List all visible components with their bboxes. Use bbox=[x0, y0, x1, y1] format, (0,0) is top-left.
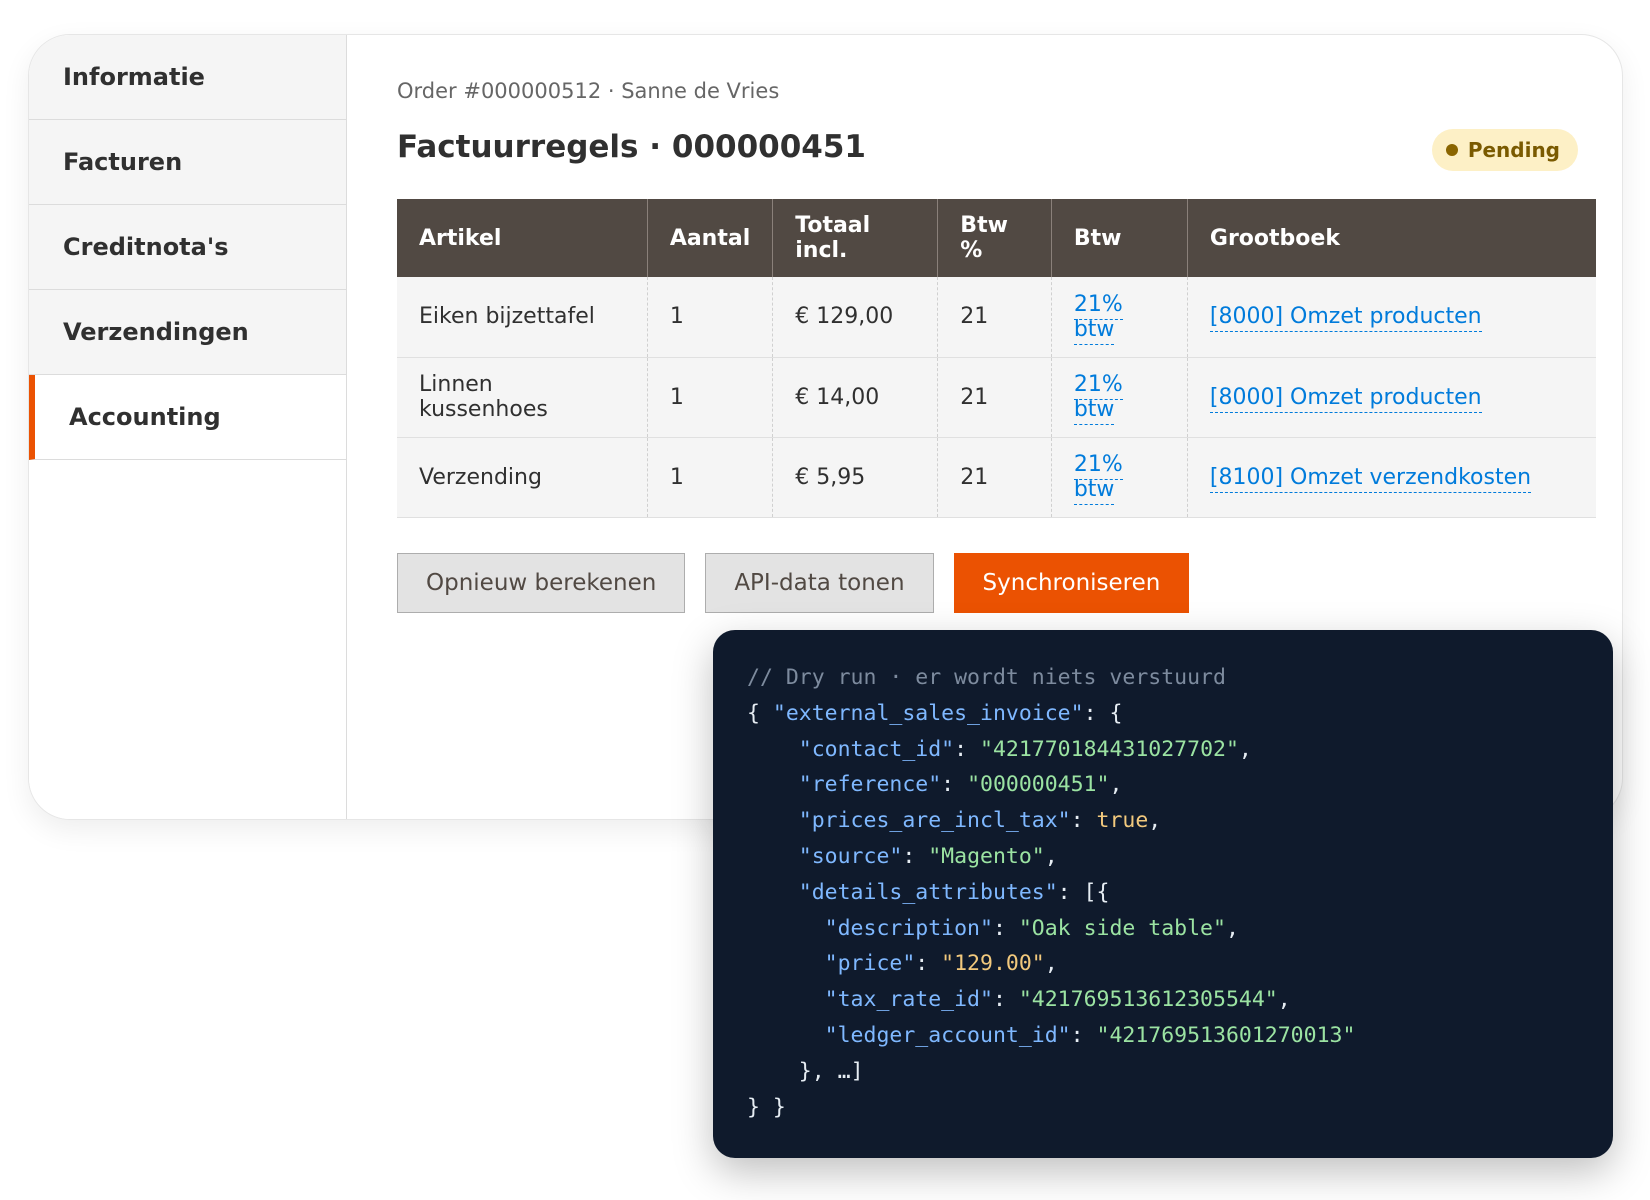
cell-btw: 21% btw bbox=[1051, 437, 1188, 518]
column-header-grootboek: Grootboek bbox=[1187, 199, 1596, 277]
invoice-lines-table: Artikel Aantal Totaal incl. Btw % Btw Gr… bbox=[397, 199, 1596, 518]
table-header-row: Artikel Aantal Totaal incl. Btw % Btw Gr… bbox=[397, 199, 1596, 277]
show-api-data-button[interactable]: API-data tonen bbox=[705, 553, 934, 613]
cell-btw-pct: 21 bbox=[937, 437, 1052, 518]
breadcrumb: Order #000000512 · Sanne de Vries bbox=[397, 79, 780, 103]
cell-totaal: € 14,00 bbox=[772, 357, 939, 438]
code-value: "421770184431027702" bbox=[980, 736, 1239, 762]
tax-rate-link[interactable]: 21% btw bbox=[1073, 291, 1123, 345]
ledger-account-link[interactable]: [8100] Omzet verzendkosten bbox=[1209, 464, 1532, 493]
code-key: "prices_are_incl_tax" bbox=[798, 808, 1071, 834]
sidebar: Informatie Facturen Creditnota's Verzend… bbox=[29, 35, 347, 819]
sidebar-item-facturen[interactable]: Facturen bbox=[29, 120, 346, 205]
sidebar-item-label: Creditnota's bbox=[63, 233, 229, 261]
status-label: Pending bbox=[1467, 138, 1560, 162]
column-header-btw: Btw bbox=[1051, 199, 1188, 277]
recalculate-button[interactable]: Opnieuw berekenen bbox=[397, 553, 686, 613]
ledger-account-link[interactable]: [8000] Omzet producten bbox=[1209, 304, 1482, 333]
tax-rate-link[interactable]: 21% btw bbox=[1073, 372, 1123, 425]
status-dot-icon bbox=[1445, 144, 1458, 156]
code-value: "000000451" bbox=[967, 772, 1110, 798]
code-value: true bbox=[1096, 808, 1149, 834]
code-key: "source" bbox=[798, 843, 903, 869]
cell-btw-pct: 21 bbox=[937, 357, 1052, 438]
column-header-aantal: Aantal bbox=[647, 199, 774, 277]
cell-artikel: Linnen kussenhoes bbox=[397, 357, 648, 438]
code-key: "contact_id" bbox=[798, 736, 955, 762]
column-header-artikel: Artikel bbox=[397, 199, 648, 277]
cell-totaal: € 129,00 bbox=[772, 277, 939, 358]
table-row: Linnen kussenhoes 1 € 14,00 21 21% btw [… bbox=[397, 357, 1596, 438]
cell-totaal: € 5,95 bbox=[772, 437, 939, 518]
cell-btw: 21% btw bbox=[1051, 277, 1188, 358]
cell-btw-pct: 21 bbox=[937, 277, 1052, 358]
synchronize-button[interactable]: Synchroniseren bbox=[953, 553, 1190, 613]
code-ellipsis: … bbox=[837, 1058, 851, 1084]
ledger-account-link[interactable]: [8000] Omzet producten bbox=[1209, 384, 1482, 413]
sidebar-item-informatie[interactable]: Informatie bbox=[29, 35, 346, 120]
code-key: "external_sales_invoice" bbox=[772, 700, 1084, 726]
sidebar-item-verzendingen[interactable]: Verzendingen bbox=[29, 290, 346, 375]
cell-aantal: 1 bbox=[647, 357, 774, 438]
status-badge: Pending bbox=[1431, 129, 1578, 171]
code-key: "reference" bbox=[798, 772, 942, 798]
code-value: "Oak side table" bbox=[1018, 915, 1226, 941]
table-row: Eiken bijzettafel 1 € 129,00 21 21% btw … bbox=[397, 277, 1596, 358]
cell-artikel: Eiken bijzettafel bbox=[397, 277, 648, 358]
sidebar-item-label: Accounting bbox=[69, 403, 221, 431]
code-value: "Magento" bbox=[928, 843, 1045, 869]
code-key: "description" bbox=[824, 915, 993, 941]
cell-btw: 21% btw bbox=[1051, 357, 1188, 438]
code-key: "tax_rate_id" bbox=[824, 987, 993, 1013]
code-value: "421769513612305544" bbox=[1018, 987, 1278, 1013]
sidebar-item-label: Verzendingen bbox=[63, 318, 249, 346]
code-key: "ledger_account_id" bbox=[824, 1022, 1071, 1048]
sidebar-item-label: Facturen bbox=[63, 148, 183, 176]
cell-grootboek: [8100] Omzet verzendkosten bbox=[1187, 437, 1596, 518]
tax-rate-link[interactable]: 21% btw bbox=[1073, 452, 1123, 505]
column-header-totaal: Totaal incl. bbox=[772, 199, 939, 277]
sidebar-item-accounting[interactable]: Accounting bbox=[29, 375, 346, 460]
code-key: "price" bbox=[824, 951, 916, 977]
cell-artikel: Verzending bbox=[397, 437, 648, 518]
cell-aantal: 1 bbox=[647, 277, 774, 358]
column-header-btw-pct: Btw % bbox=[937, 199, 1052, 277]
page-title: Factuurregels · 000000451 bbox=[397, 129, 866, 165]
cell-aantal: 1 bbox=[647, 437, 774, 518]
action-bar: Opnieuw berekenen API-data tonen Synchro… bbox=[397, 553, 1190, 613]
api-payload-code-panel: // Dry run · er wordt niets verstuurd { … bbox=[713, 630, 1613, 1158]
code-comment: // Dry run · er wordt niets verstuurd bbox=[747, 665, 1226, 690]
sidebar-item-creditnotas[interactable]: Creditnota's bbox=[29, 205, 346, 290]
cell-grootboek: [8000] Omzet producten bbox=[1187, 357, 1596, 438]
cell-grootboek: [8000] Omzet producten bbox=[1187, 277, 1596, 358]
code-key: "details_attributes" bbox=[798, 879, 1058, 905]
sidebar-item-label: Informatie bbox=[63, 63, 205, 91]
table-row: Verzending 1 € 5,95 21 21% btw [8100] Om… bbox=[397, 437, 1596, 518]
code-value: "129.00" bbox=[941, 951, 1045, 977]
code-value: "421769513601270013" bbox=[1096, 1022, 1356, 1048]
